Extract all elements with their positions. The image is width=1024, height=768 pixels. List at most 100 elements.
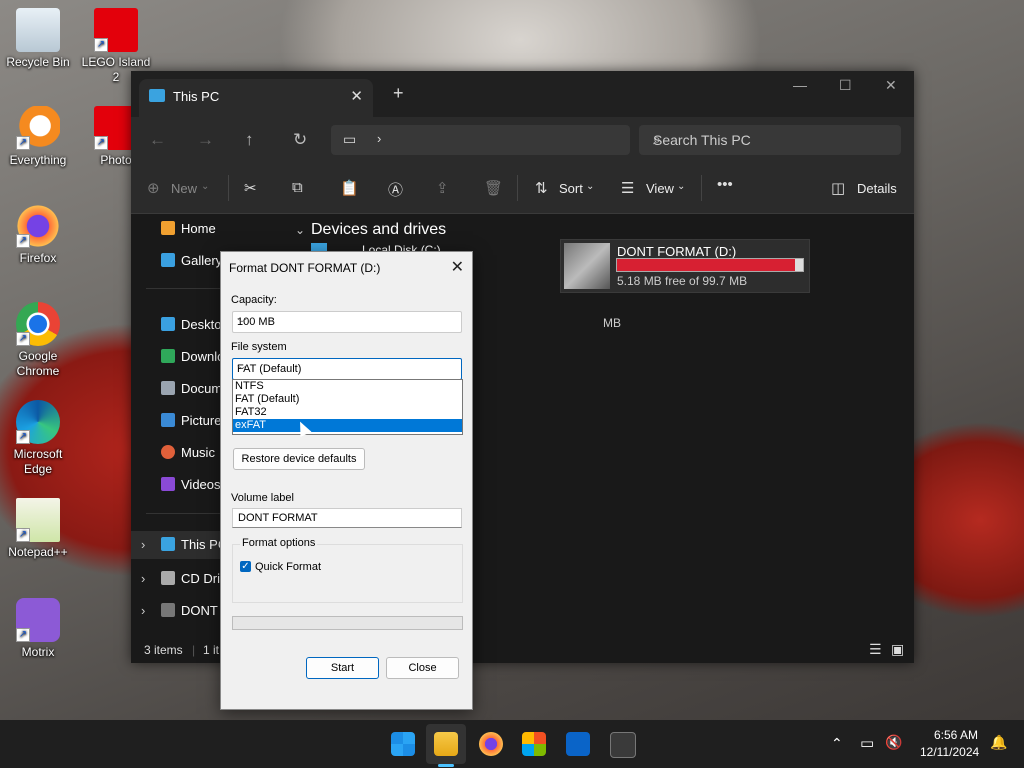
new-button[interactable]: New xyxy=(171,181,197,196)
sort-button[interactable]: Sort xyxy=(559,181,583,196)
sidebar-item-videos[interactable]: Videos xyxy=(161,477,221,492)
chevron-right-icon[interactable]: › xyxy=(141,571,145,586)
address-bar[interactable]: ▭ › xyxy=(331,125,630,155)
desktop-icon-label: Google Chrome xyxy=(16,349,60,378)
terminal-icon[interactable] xyxy=(610,732,636,758)
view-button[interactable]: View xyxy=(646,181,674,196)
filesystem-option[interactable]: FAT (Default) xyxy=(233,393,462,406)
close-tab-icon[interactable]: ✕ xyxy=(350,87,363,105)
volume-label-value: DONT FORMAT xyxy=(238,512,318,524)
new-icon: ⊕ xyxy=(147,180,160,197)
maximize-button[interactable]: ☐ xyxy=(839,77,852,94)
filesystem-option-selected[interactable]: exFAT xyxy=(233,419,462,432)
tiles-view-icon[interactable]: ▣ xyxy=(891,641,904,658)
quick-format-label: Quick Format xyxy=(255,561,322,573)
this-pc-icon xyxy=(149,89,165,102)
chevron-right-icon[interactable]: › xyxy=(141,603,145,618)
notification-bell-icon[interactable]: 🔔 xyxy=(990,734,1007,751)
refresh-button[interactable]: ↻ xyxy=(293,130,307,150)
drive-tile-d[interactable]: DONT FORMAT (D:) 5.18 MB free of 99.7 MB xyxy=(560,239,810,293)
divider xyxy=(228,175,229,201)
search-input[interactable]: Search This PC ⌕ xyxy=(639,125,901,155)
navigation-bar: ← → ↑ ↻ ▭ › Search This PC ⌕ xyxy=(131,117,914,163)
desktop-icon-label: Everything xyxy=(9,153,67,167)
forward-button[interactable]: → xyxy=(197,130,214,150)
document-icon xyxy=(161,381,175,395)
volume-label-label: Volume label xyxy=(231,492,294,504)
close-button[interactable]: Close xyxy=(386,657,459,679)
details-view-icon[interactable]: ☰ xyxy=(869,641,882,658)
sidebar-item-label: Home xyxy=(181,221,216,236)
share-icon[interactable]: ⇪ xyxy=(436,179,449,197)
delete-icon[interactable]: 🗑 xyxy=(484,179,503,197)
desktop-icon-notepadpp[interactable]: ↗ Notepad++ xyxy=(2,498,74,560)
desktop-icon-label: Firefox xyxy=(19,251,57,265)
chevron-down-icon: ﹀ xyxy=(237,319,247,330)
rename-icon[interactable]: Ⓐ xyxy=(388,179,403,200)
quick-format-checkbox[interactable]: ✓ xyxy=(240,561,251,572)
music-icon xyxy=(161,445,175,459)
chevron-down-icon[interactable]: ⌄ xyxy=(295,223,305,237)
shortcut-arrow-icon: ↗ xyxy=(16,628,30,642)
desktop-icon-motrix[interactable]: ↗ Motrix xyxy=(2,598,74,660)
filesystem-option[interactable]: FAT32 xyxy=(233,406,462,419)
chevron-right-icon[interactable]: › xyxy=(141,537,145,552)
desktop-icon-label: Notepad++ xyxy=(8,545,68,559)
sidebar-item-home[interactable]: Home xyxy=(161,221,216,236)
paste-icon[interactable]: 📋 xyxy=(340,179,359,197)
volume-mute-icon[interactable]: 🔇 xyxy=(885,734,902,751)
close-icon[interactable]: ✕ xyxy=(451,257,464,277)
clock-date[interactable]: 12/11/2024 xyxy=(920,745,979,759)
filesystem-option[interactable]: NTFS xyxy=(233,380,462,393)
chevron-up-icon[interactable]: ⌃ xyxy=(831,735,843,752)
sidebar-item-label: Gallery xyxy=(181,253,223,268)
sidebar-item-music[interactable]: Music xyxy=(161,445,215,460)
selected-count: 1 it xyxy=(203,643,220,657)
new-tab-button[interactable]: + xyxy=(393,83,404,104)
filesystem-options-list: NTFS FAT (Default) FAT32 exFAT xyxy=(232,379,463,435)
format-dialog: Format DONT FORMAT (D:) ✕ Capacity: 100 … xyxy=(220,251,473,710)
monitor-icon: ▭ xyxy=(343,131,357,147)
minimize-button[interactable]: — xyxy=(793,77,807,93)
up-button[interactable]: ↑ xyxy=(245,130,254,150)
copy-icon[interactable]: ⧉ xyxy=(292,179,303,196)
shortcut-arrow-icon: ↗ xyxy=(94,136,108,150)
sidebar-item-label: Videos xyxy=(181,477,221,492)
start-windows-icon[interactable] xyxy=(391,732,415,756)
details-button[interactable]: Details xyxy=(857,181,897,196)
store-icon[interactable] xyxy=(522,732,546,756)
back-button[interactable]: ← xyxy=(149,130,166,150)
cd-drive-icon xyxy=(161,571,175,585)
filesystem-select[interactable]: FAT (Default) ﹀ xyxy=(232,358,462,380)
view-icon: ☰ xyxy=(621,180,635,197)
drive-thumbnail-icon xyxy=(564,243,610,289)
start-button[interactable]: Start xyxy=(306,657,379,679)
desktop-icon-everything[interactable]: ↗ Everything xyxy=(2,106,74,168)
motrix-icon: ↗ xyxy=(16,598,60,642)
shortcut-arrow-icon: ↗ xyxy=(16,234,30,248)
network-icon[interactable]: ▭ xyxy=(860,734,874,752)
outlook-icon[interactable] xyxy=(566,732,590,756)
more-options-icon[interactable]: ••• xyxy=(717,176,733,193)
close-window-button[interactable]: ✕ xyxy=(885,77,897,94)
cut-icon[interactable]: ✂ xyxy=(244,179,257,197)
firefox-icon[interactable] xyxy=(479,732,503,756)
desktop-icon-chrome[interactable]: ↗ Google Chrome xyxy=(2,302,74,379)
tab-this-pc[interactable]: This PC ✕ xyxy=(139,79,373,117)
desktop-icon-edge[interactable]: ↗ Microsoft Edge xyxy=(2,400,74,477)
capacity-select[interactable]: 100 MB ﹀ xyxy=(232,311,462,333)
view-chevron-icon: ⌄ xyxy=(677,181,686,192)
clock-time[interactable]: 6:56 AM xyxy=(934,728,978,742)
home-icon xyxy=(161,221,175,235)
format-options-label: Format options xyxy=(240,537,318,549)
desktop-icon-firefox[interactable]: ↗ Firefox xyxy=(2,204,74,266)
sidebar-item-gallery[interactable]: Gallery xyxy=(161,253,222,268)
volume-label-input[interactable]: DONT FORMAT xyxy=(232,508,462,528)
sidebar-item-desktop[interactable]: Desktop xyxy=(161,317,229,332)
restore-defaults-button[interactable]: Restore device defaults xyxy=(233,448,365,470)
chevron-right-icon[interactable]: › xyxy=(377,131,381,146)
file-explorer-icon[interactable] xyxy=(434,732,458,756)
sort-icon: ⇅ xyxy=(535,180,548,197)
sidebar-item-pictures[interactable]: Pictures xyxy=(161,413,228,428)
desktop-icon-recycle-bin[interactable]: Recycle Bin xyxy=(2,8,74,70)
